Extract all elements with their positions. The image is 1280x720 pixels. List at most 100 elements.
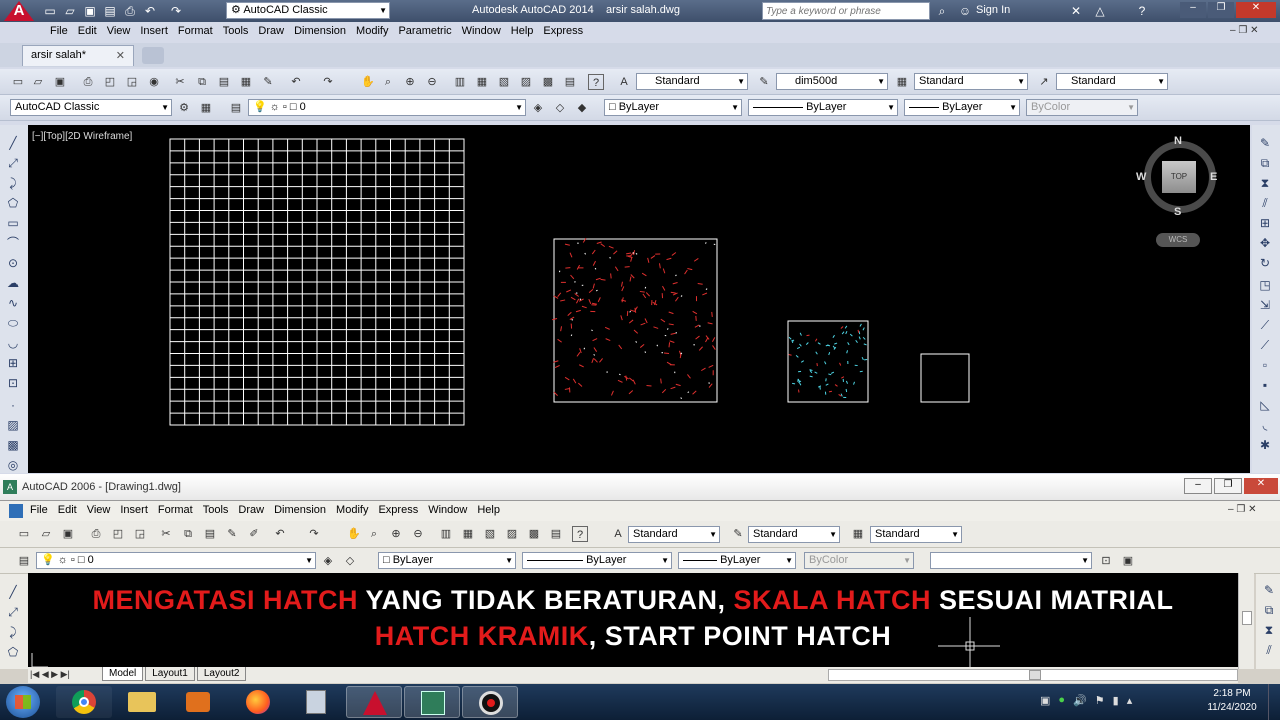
tool-palettes-icon[interactable]: ▧ bbox=[496, 74, 512, 90]
block-editor-icon[interactable]: ✐ bbox=[246, 526, 262, 542]
zoom-window-icon[interactable]: ⊕ bbox=[388, 526, 404, 542]
acad14-menu-insert[interactable]: Insert bbox=[140, 25, 178, 37]
stay-connected-icon[interactable]: △ bbox=[1092, 3, 1108, 19]
sheet-set-icon[interactable]: ▨ bbox=[518, 74, 534, 90]
doc-window-controls-2006[interactable]: – ❐ ✕ bbox=[1228, 504, 1256, 515]
acad06-menu-dimension[interactable]: Dimension bbox=[274, 504, 336, 516]
line-tool-icon[interactable]: ╱ bbox=[5, 584, 21, 600]
dim-style-icon[interactable]: ✎ bbox=[730, 526, 746, 542]
show-desktop-button[interactable] bbox=[1268, 684, 1280, 720]
stretch-icon[interactable]: ⇲ bbox=[1257, 297, 1273, 313]
acad06-menu-format[interactable]: Format bbox=[158, 504, 203, 516]
new-icon[interactable]: ▭ bbox=[42, 3, 58, 19]
design-center-icon[interactable]: ▦ bbox=[460, 526, 476, 542]
markup-icon[interactable]: ▩ bbox=[526, 526, 542, 542]
new-icon[interactable]: ▭ bbox=[16, 526, 32, 542]
dim-style-icon[interactable]: ✎ bbox=[756, 74, 772, 90]
explode-icon[interactable]: ✱ bbox=[1257, 437, 1273, 453]
dim-style-dropdown[interactable]: dim500d ▼ bbox=[776, 73, 888, 90]
layer-dropdown[interactable]: 💡 ☼ ▫ □ 0 ▼ bbox=[248, 99, 526, 116]
undo-icon[interactable]: ↶ bbox=[142, 3, 158, 19]
make-current-layer-icon[interactable]: ◈ bbox=[530, 100, 546, 116]
region-icon[interactable]: ◎ bbox=[5, 457, 21, 473]
properties-icon[interactable]: ▥ bbox=[438, 526, 454, 542]
viewcube[interactable]: TOP N S E W WCS bbox=[1136, 135, 1220, 247]
acad14-menu-file[interactable]: File bbox=[50, 25, 78, 37]
preview-icon[interactable]: ◰ bbox=[102, 74, 118, 90]
workspace-settings-icon[interactable]: ▦ bbox=[198, 100, 214, 116]
flag-icon[interactable]: ⚑ bbox=[1095, 694, 1105, 710]
close-button[interactable]: ✕ bbox=[1236, 2, 1276, 18]
plotstyle-dropdown-2006[interactable]: ByColor ▼ bbox=[804, 552, 914, 569]
erase-icon[interactable]: ✎ bbox=[1257, 135, 1273, 151]
arc-icon[interactable]: ⌒ bbox=[5, 235, 21, 251]
point-icon[interactable]: · bbox=[5, 397, 21, 413]
top-face[interactable]: TOP bbox=[1162, 161, 1196, 193]
acad06-menu-tools[interactable]: Tools bbox=[203, 504, 239, 516]
text-style-icon[interactable]: A bbox=[616, 74, 632, 90]
redo-icon[interactable]: ↷ bbox=[168, 3, 184, 19]
user-icon[interactable]: ☺ bbox=[957, 3, 973, 19]
vertical-scrollbar[interactable] bbox=[1238, 573, 1254, 669]
firefox-taskbar-button[interactable] bbox=[230, 686, 286, 718]
make-current-layer-icon[interactable]: ◈ bbox=[320, 553, 336, 569]
linetype-dropdown-2006[interactable]: ByLayer ▼ bbox=[522, 552, 672, 569]
autocad-logo-icon[interactable]: A bbox=[4, 1, 34, 21]
lineweight-dropdown[interactable]: ByLayer ▼ bbox=[904, 99, 1020, 116]
acad14-menu-parametric[interactable]: Parametric bbox=[398, 25, 461, 37]
start-button[interactable] bbox=[6, 686, 40, 718]
calculator-icon[interactable]: ▤ bbox=[562, 74, 578, 90]
empty-boundary[interactable] bbox=[920, 353, 970, 403]
horizontal-scrollbar[interactable] bbox=[828, 669, 1238, 681]
acad14-menu-edit[interactable]: Edit bbox=[78, 25, 107, 37]
multileader-style-icon[interactable]: ↗ bbox=[1036, 74, 1052, 90]
volume-icon[interactable]: 🔊 bbox=[1073, 694, 1087, 710]
match-properties-icon[interactable]: ✎ bbox=[260, 74, 276, 90]
acad06-menu-edit[interactable]: Edit bbox=[58, 504, 87, 516]
paste-block-icon[interactable]: ▦ bbox=[238, 74, 254, 90]
chrome-taskbar-button[interactable] bbox=[56, 686, 112, 718]
trim-icon[interactable]: ⟋ bbox=[1257, 317, 1273, 333]
redo-icon[interactable]: ↷ bbox=[306, 526, 322, 542]
restore-button[interactable]: ❐ bbox=[1208, 2, 1234, 18]
extend-icon[interactable]: ⟋ bbox=[1257, 337, 1273, 353]
linetype-dropdown[interactable]: ByLayer ▼ bbox=[748, 99, 898, 116]
acad06-menu-help[interactable]: Help bbox=[477, 504, 510, 516]
media-taskbar-button[interactable] bbox=[170, 686, 226, 718]
tray-arrow-icon[interactable]: ▴ bbox=[1127, 694, 1133, 710]
drawing-canvas[interactable]: [−][Top][2D Wireframe] TOP N S E W WCS bbox=[28, 125, 1250, 473]
markup-icon[interactable]: ▩ bbox=[540, 74, 556, 90]
autocad-2006-taskbar-button[interactable] bbox=[404, 686, 460, 718]
match-properties-icon[interactable]: ✎ bbox=[224, 526, 240, 542]
offset-icon[interactable]: ⫽ bbox=[1261, 642, 1277, 658]
break-icon[interactable]: ▫ bbox=[1257, 357, 1273, 373]
revision-cloud-icon[interactable]: ☁ bbox=[5, 275, 21, 291]
layer-state-icon[interactable]: ◆ bbox=[574, 100, 590, 116]
named-views-icon[interactable]: ⊡ bbox=[1098, 553, 1114, 569]
help-icon[interactable]: ? bbox=[572, 526, 588, 542]
layout-tab-layout2[interactable]: Layout2 bbox=[196, 667, 247, 681]
rotate-icon[interactable]: ↻ bbox=[1257, 255, 1273, 271]
acad14-menu-format[interactable]: Format bbox=[178, 25, 223, 37]
acad14-menu-window[interactable]: Window bbox=[462, 25, 511, 37]
minimize-button[interactable]: – bbox=[1184, 478, 1212, 494]
save-icon[interactable]: ▣ bbox=[52, 74, 68, 90]
undo-icon[interactable]: ↶ bbox=[288, 74, 304, 90]
west-label[interactable]: W bbox=[1136, 171, 1146, 183]
array-icon[interactable]: ⊞ bbox=[1257, 215, 1273, 231]
network-icon[interactable]: ▮ bbox=[1113, 694, 1119, 710]
zoom-previous-icon[interactable]: ⊖ bbox=[410, 526, 426, 542]
table-style-icon[interactable]: ▦ bbox=[850, 526, 866, 542]
open-icon[interactable]: ▱ bbox=[30, 74, 46, 90]
fillet-icon[interactable]: ◟ bbox=[1257, 417, 1273, 433]
dim-style-dropdown-2006[interactable]: Standard ▼ bbox=[748, 526, 840, 543]
explorer-taskbar-button[interactable] bbox=[114, 686, 170, 718]
print-icon[interactable]: ⎙ bbox=[122, 3, 138, 19]
acad14-menu-help[interactable]: Help bbox=[511, 25, 544, 37]
copy-icon[interactable]: ⧉ bbox=[180, 526, 196, 542]
minimize-button[interactable]: – bbox=[1180, 2, 1206, 18]
clock[interactable]: 2:18 PM 11/24/2020 bbox=[1200, 687, 1264, 715]
viewport-dropdown-2006[interactable]: ▼ bbox=[930, 552, 1092, 569]
workspace-dropdown-2[interactable]: AutoCAD Classic ▼ bbox=[10, 99, 172, 116]
new-tab-button[interactable] bbox=[142, 47, 164, 64]
